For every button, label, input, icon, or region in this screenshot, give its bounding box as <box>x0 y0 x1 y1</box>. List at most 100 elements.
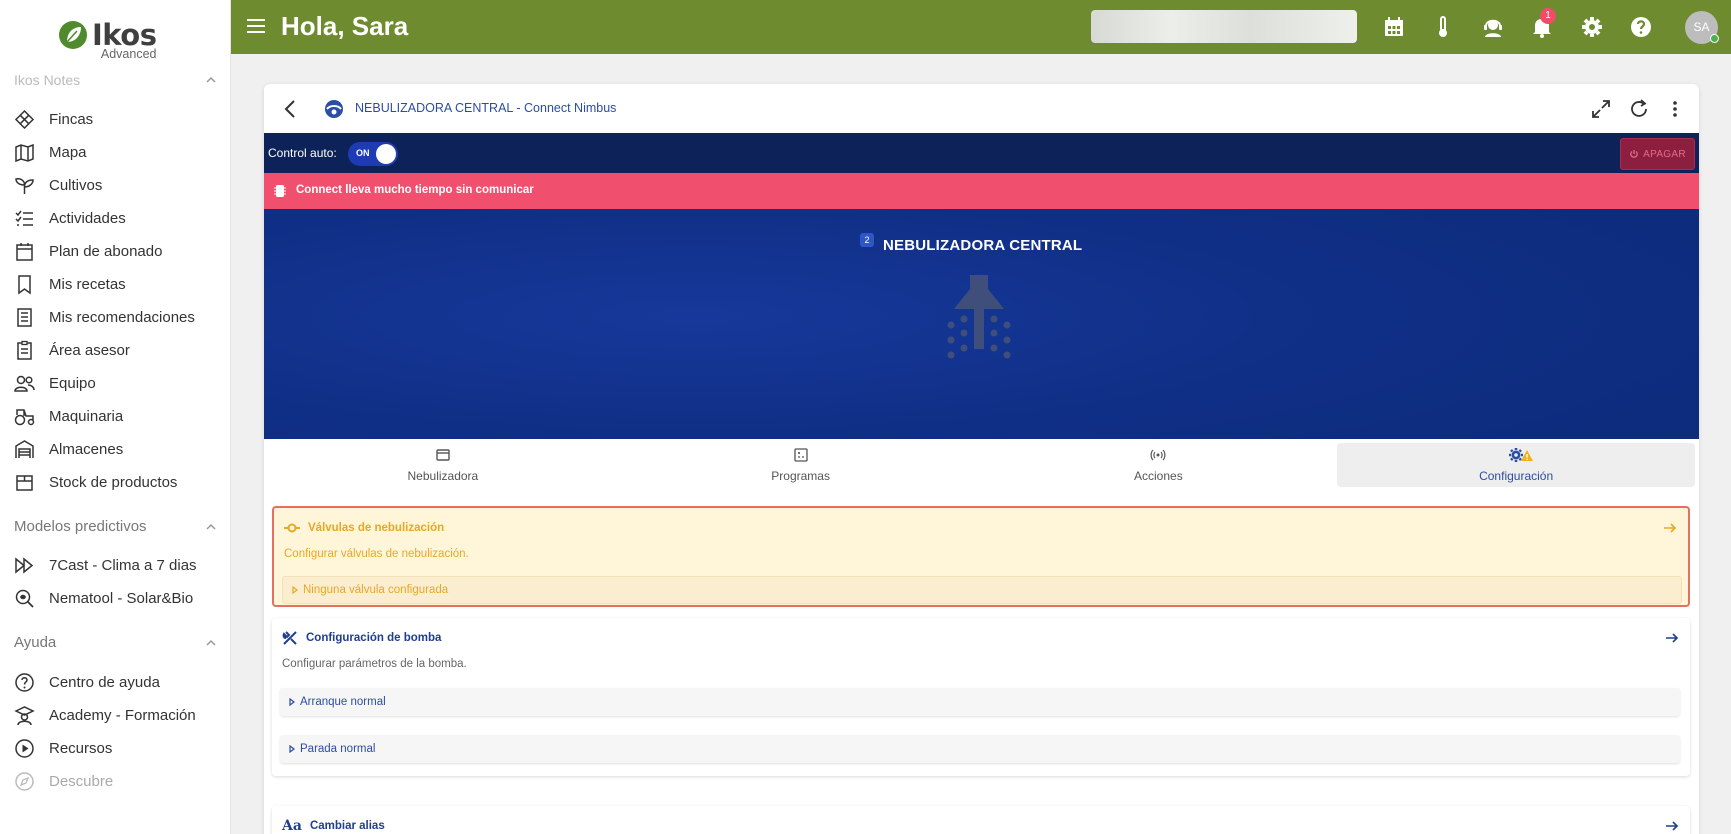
valves-title: Válvulas de nebulización <box>308 522 445 534</box>
calendar-icon <box>16 242 33 261</box>
power-icon <box>1630 150 1638 158</box>
support-agent-icon[interactable] <box>1481 15 1505 39</box>
pump-config-section[interactable]: Configuración de bomba Configurar paráme… <box>272 618 1690 776</box>
team-icon <box>14 375 35 392</box>
tab-programas[interactable]: Programas <box>622 439 980 491</box>
sprout-icon <box>15 177 34 194</box>
valve-icon <box>284 523 300 533</box>
no-valves-row[interactable]: Ninguna válvula configurada <box>282 576 1682 604</box>
warning-icon <box>1521 450 1534 461</box>
sidebar-item-plan-abonado[interactable]: Plan de abonado <box>14 238 162 264</box>
sidebar-item-equipo[interactable]: Equipo <box>14 370 96 396</box>
section-ayuda[interactable]: Ayuda <box>14 634 218 651</box>
sidebar: Ikos Advanced Ikos Notes Fincas Mapa Cul… <box>0 0 231 834</box>
play-circle-icon <box>15 738 34 758</box>
blurred-search-field[interactable] <box>1091 10 1357 43</box>
sidebar-item-centro-ayuda[interactable]: Centro de ayuda <box>14 669 160 695</box>
sidebar-item-nematool[interactable]: Nematool - Solar&Bio <box>14 585 193 611</box>
window-icon <box>436 449 450 461</box>
caret-right-icon <box>292 586 298 594</box>
device-tabs: Nebulizadora Programas Acciones Configur… <box>264 439 1699 491</box>
gear-icon[interactable] <box>1580 15 1604 39</box>
sidebar-item-7cast[interactable]: 7Cast - Clima a 7 dias <box>14 552 197 578</box>
more-options-icon[interactable] <box>1664 98 1686 120</box>
chevron-up-icon <box>206 639 216 646</box>
caret-right-icon <box>289 698 295 706</box>
chevron-up-icon <box>206 523 216 530</box>
device-hero: Control auto: ON APAGAR Connect lleva mu… <box>264 133 1699 439</box>
brand-name: Ikos <box>92 18 157 52</box>
sidebar-item-almacenes[interactable]: Almacenes <box>14 436 123 462</box>
text-format-icon: Aa <box>282 818 302 834</box>
arrow-right-icon[interactable] <box>1664 630 1680 646</box>
sidebar-item-stock-productos[interactable]: Stock de productos <box>14 469 177 495</box>
sidebar-item-area-asesor[interactable]: Área asesor <box>14 337 130 363</box>
thermometer-icon[interactable] <box>1431 15 1455 39</box>
diamond-grid-icon <box>14 109 35 129</box>
sidebar-item-recursos[interactable]: Recursos <box>14 735 112 761</box>
greeting: Hola, Sara <box>281 11 409 41</box>
alias-config-section[interactable]: Aa Cambiar alias <box>272 806 1690 834</box>
toggle-knob <box>376 144 396 164</box>
map-icon <box>15 143 34 162</box>
sidebar-item-cultivos[interactable]: Cultivos <box>14 172 102 198</box>
card-header: NEBULIZADORA CENTRAL - Connect Nimbus <box>264 84 1699 134</box>
sidebar-item-mis-recetas[interactable]: Mis recetas <box>14 271 126 297</box>
fast-forward-icon <box>15 556 34 574</box>
sidebar-item-actividades[interactable]: Actividades <box>14 205 126 231</box>
sidebar-item-mis-recomendaciones[interactable]: Mis recomendaciones <box>14 304 195 330</box>
sidebar-item-academy[interactable]: Academy - Formación <box>14 702 196 728</box>
leaf-logo-icon <box>59 21 87 49</box>
alert-text: Connect lleva mucho tiempo sin comunicar <box>296 184 534 196</box>
search-bug-icon <box>15 589 34 608</box>
question-circle-icon <box>15 672 34 692</box>
section-ikos-notes[interactable]: Ikos Notes <box>14 72 218 88</box>
control-bar: Control auto: ON APAGAR <box>264 133 1699 173</box>
expand-icon[interactable] <box>1590 98 1612 120</box>
apagar-button[interactable]: APAGAR <box>1620 138 1695 170</box>
tab-acciones[interactable]: Acciones <box>980 439 1338 491</box>
arrow-right-icon[interactable] <box>1662 520 1678 536</box>
brand-subtitle: Advanced <box>100 47 157 61</box>
valves-config-section[interactable]: Válvulas de nebulización Configurar válv… <box>272 506 1690 607</box>
device-title: NEBULIZADORA CENTRAL - Connect Nimbus <box>355 101 617 115</box>
parada-normal-row[interactable]: Parada normal <box>280 735 1680 763</box>
checklist-icon <box>15 210 33 226</box>
caret-right-icon <box>289 745 295 753</box>
receipt-icon <box>17 307 32 327</box>
valves-description: Configurar válvulas de nebulización. <box>284 548 469 560</box>
bookmark-icon <box>18 274 31 294</box>
chip-icon <box>274 185 286 197</box>
clipboard-icon <box>17 340 32 360</box>
mist-nozzle-icon <box>947 275 1011 359</box>
ikos-logo[interactable]: Ikos Advanced <box>58 18 157 68</box>
back-arrow-icon[interactable] <box>280 98 302 120</box>
calendar-icon[interactable] <box>1382 15 1406 39</box>
device-name: NEBULIZADORA CENTRAL <box>883 237 1083 254</box>
tab-nebulizadora[interactable]: Nebulizadora <box>264 439 622 491</box>
sidebar-item-mapa[interactable]: Mapa <box>14 139 87 165</box>
device-number-badge: 2 <box>860 233 874 247</box>
arranque-normal-row[interactable]: Arranque normal <box>280 688 1680 716</box>
nimbus-logo-icon <box>325 100 343 118</box>
communication-alert: Connect lleva mucho tiempo sin comunicar <box>264 173 1699 209</box>
online-status-dot <box>1710 34 1719 43</box>
arrow-right-icon[interactable] <box>1664 818 1680 834</box>
pump-description: Configurar parámetros de la bomba. <box>282 658 467 670</box>
program-icon <box>793 448 808 462</box>
box-icon <box>16 474 33 491</box>
help-icon[interactable] <box>1629 15 1653 39</box>
chevron-up-icon <box>206 76 216 83</box>
notification-badge: 1 <box>1540 8 1556 24</box>
tab-configuracion[interactable]: Configuración <box>1337 443 1695 487</box>
warehouse-icon <box>15 439 34 458</box>
sidebar-item-maquinaria[interactable]: Maquinaria <box>14 403 123 429</box>
sidebar-item-descubre[interactable]: Descubre <box>14 768 113 794</box>
hamburger-menu-icon[interactable] <box>245 15 267 37</box>
refresh-icon[interactable] <box>1628 98 1650 120</box>
device-card: NEBULIZADORA CENTRAL - Connect Nimbus Co… <box>264 84 1699 834</box>
control-auto-toggle[interactable]: ON <box>348 142 398 166</box>
sidebar-item-fincas[interactable]: Fincas <box>14 106 93 132</box>
alias-title: Cambiar alias <box>309 820 385 832</box>
section-modelos-predictivos[interactable]: Modelos predictivos <box>14 518 218 535</box>
